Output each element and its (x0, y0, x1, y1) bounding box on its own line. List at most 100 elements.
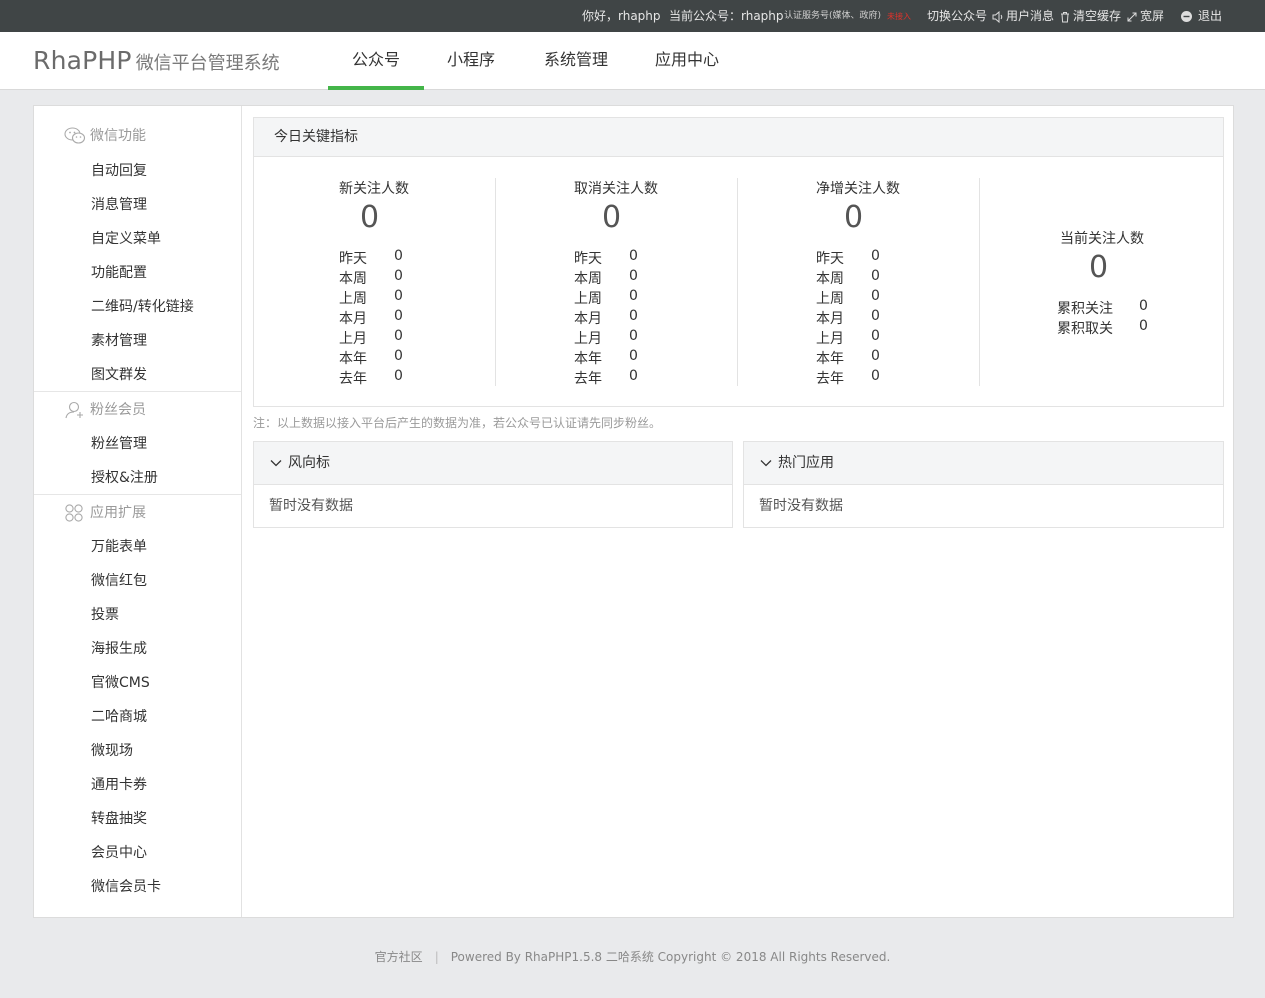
metric-row: 累积取关 0 (1057, 318, 1148, 338)
logo[interactable]: RhaPHP 微信平台管理系统 (33, 44, 280, 78)
speaker-icon (992, 10, 1003, 23)
metric-row: 上周 0 (816, 288, 880, 308)
widescreen-label: 宽屏 (1140, 9, 1165, 23)
row-value: 0 (629, 368, 638, 384)
user-messages-label: 用户消息 (1006, 9, 1055, 23)
greeting-text: 你好，rhaphp (582, 9, 661, 23)
user-icon (65, 401, 83, 419)
footer: 官方社区 | Powered By RhaPHP1.5.8 二哈系统 Copyrig… (0, 948, 1265, 965)
row-label: 本月 (816, 311, 844, 327)
metric-value: 0 (602, 200, 622, 235)
metric-row: 本年 0 (574, 348, 638, 368)
metric-row: 本周 0 (339, 268, 403, 288)
sidebar-item-poster[interactable]: 海报生成 (91, 639, 147, 659)
row-label: 去年 (574, 371, 602, 387)
sidebar-item-live-scene[interactable]: 微现场 (91, 741, 133, 761)
row-label: 上周 (816, 291, 844, 307)
sidebar-item-material-management[interactable]: 素材管理 (91, 331, 147, 351)
sidebar-item-cms[interactable]: 官微CMS (91, 673, 150, 693)
community-link[interactable]: 官方社区 (375, 950, 423, 964)
trend-card-header[interactable]: 风向标 (254, 442, 732, 485)
metric-row: 本月 0 (339, 308, 403, 328)
sidebar-item-qrcode-links[interactable]: 二维码/转化链接 (91, 297, 194, 317)
clear-cache-link[interactable]: 清空缓存 (1059, 0, 1121, 32)
sidebar-item-lucky-wheel[interactable]: 转盘抽奖 (91, 809, 147, 829)
sidebar-item-mall[interactable]: 二哈商城 (91, 707, 147, 727)
sidebar-item-member-center[interactable]: 会员中心 (91, 843, 147, 863)
row-value: 0 (629, 328, 638, 344)
metric-row: 本周 0 (574, 268, 638, 288)
sidebar-item-coupons[interactable]: 通用卡券 (91, 775, 147, 795)
sidebar-item-auto-reply[interactable]: 自动回复 (91, 161, 147, 181)
sidebar-group-fans: 粉丝会员 (64, 399, 146, 421)
metric-row: 本年 0 (816, 348, 880, 368)
row-label: 上周 (574, 291, 602, 307)
empty-state-text: 暂时没有数据 (269, 498, 353, 514)
tab-mini-program[interactable]: 小程序 (436, 32, 506, 90)
metric-row: 上周 0 (339, 288, 403, 308)
sidebar-item-message-management[interactable]: 消息管理 (91, 195, 147, 215)
row-value: 0 (871, 268, 880, 284)
logout-link[interactable]: 退出 (1180, 0, 1222, 32)
sidebar-divider (34, 494, 241, 495)
sidebar-group-label: 应用扩展 (90, 505, 146, 521)
key-metrics-title: 今日关键指标 (254, 118, 1223, 157)
sidebar-item-auth-register[interactable]: 授权&注册 (91, 468, 158, 488)
sidebar-item-universal-form[interactable]: 万能表单 (91, 537, 147, 557)
metric-value: 0 (360, 200, 380, 235)
widescreen-link[interactable]: 宽屏 (1126, 0, 1164, 32)
row-value: 0 (871, 368, 880, 384)
row-value: 0 (394, 368, 403, 384)
sidebar-group-wechat: 微信功能 (64, 125, 146, 147)
key-metrics-panel: 今日关键指标 新关注人数 0 昨天 0 本周 0 上周 0 本月 0 上月 0 本年 0 去… (253, 117, 1224, 407)
row-label: 本年 (816, 351, 844, 367)
sidebar-item-fans-management[interactable]: 粉丝管理 (91, 434, 147, 454)
row-label: 累积关注 (1057, 301, 1113, 317)
sidebar-item-feature-config[interactable]: 功能配置 (91, 263, 147, 283)
metric-row: 本月 0 (574, 308, 638, 328)
tab-official-account[interactable]: 公众号 (328, 32, 424, 90)
metric-current-followers: 当前关注人数 0 累积关注 0 累积取关 0 (980, 178, 1222, 386)
row-value: 0 (871, 308, 880, 324)
empty-state-text: 暂时没有数据 (759, 498, 843, 514)
row-label: 昨天 (816, 251, 844, 267)
row-value: 0 (629, 308, 638, 324)
row-label: 上周 (339, 291, 367, 307)
connection-status-badge[interactable]: 未接入 (887, 0, 911, 32)
row-label: 累积取关 (1057, 321, 1113, 337)
row-value: 0 (1139, 318, 1148, 334)
sidebar-item-member-card[interactable]: 微信会员卡 (91, 877, 161, 897)
metric-row: 去年 0 (816, 368, 880, 388)
sidebar-group-label: 粉丝会员 (90, 402, 146, 418)
metric-row: 上月 0 (339, 328, 403, 348)
row-label: 上月 (574, 331, 602, 347)
row-label: 去年 (816, 371, 844, 387)
metric-row: 上周 0 (574, 288, 638, 308)
row-value: 0 (394, 248, 403, 264)
row-value: 0 (394, 328, 403, 344)
metric-title: 当前关注人数 (1060, 231, 1144, 247)
row-label: 上月 (339, 331, 367, 347)
row-label: 昨天 (574, 251, 602, 267)
wechat-icon (64, 127, 86, 144)
switch-account-link[interactable]: 切换公众号 (927, 0, 987, 32)
popular-apps-card: 热门应用 暂时没有数据 (743, 441, 1224, 528)
card-title: 风向标 (288, 455, 330, 471)
tab-system-management[interactable]: 系统管理 (536, 32, 616, 90)
sidebar-item-custom-menu[interactable]: 自定义菜单 (91, 229, 161, 249)
row-value: 0 (394, 288, 403, 304)
metric-value: 0 (1089, 250, 1109, 285)
row-value: 0 (629, 268, 638, 284)
tab-app-center[interactable]: 应用中心 (647, 32, 727, 90)
sidebar-item-vote[interactable]: 投票 (91, 605, 119, 625)
user-messages-link[interactable]: 用户消息 (992, 0, 1054, 32)
sidebar-item-mass-send[interactable]: 图文群发 (91, 365, 147, 385)
metric-row: 昨天 0 (816, 248, 880, 268)
metric-row: 本月 0 (816, 308, 880, 328)
popular-apps-header[interactable]: 热门应用 (744, 442, 1223, 485)
row-value: 0 (394, 348, 403, 364)
metric-row: 昨天 0 (574, 248, 638, 268)
copyright-text: Powered By RhaPHP1.5.8 二哈系统 Copyright © … (450, 950, 891, 964)
sidebar-item-red-packet[interactable]: 微信红包 (91, 571, 147, 591)
row-value: 0 (629, 288, 638, 304)
